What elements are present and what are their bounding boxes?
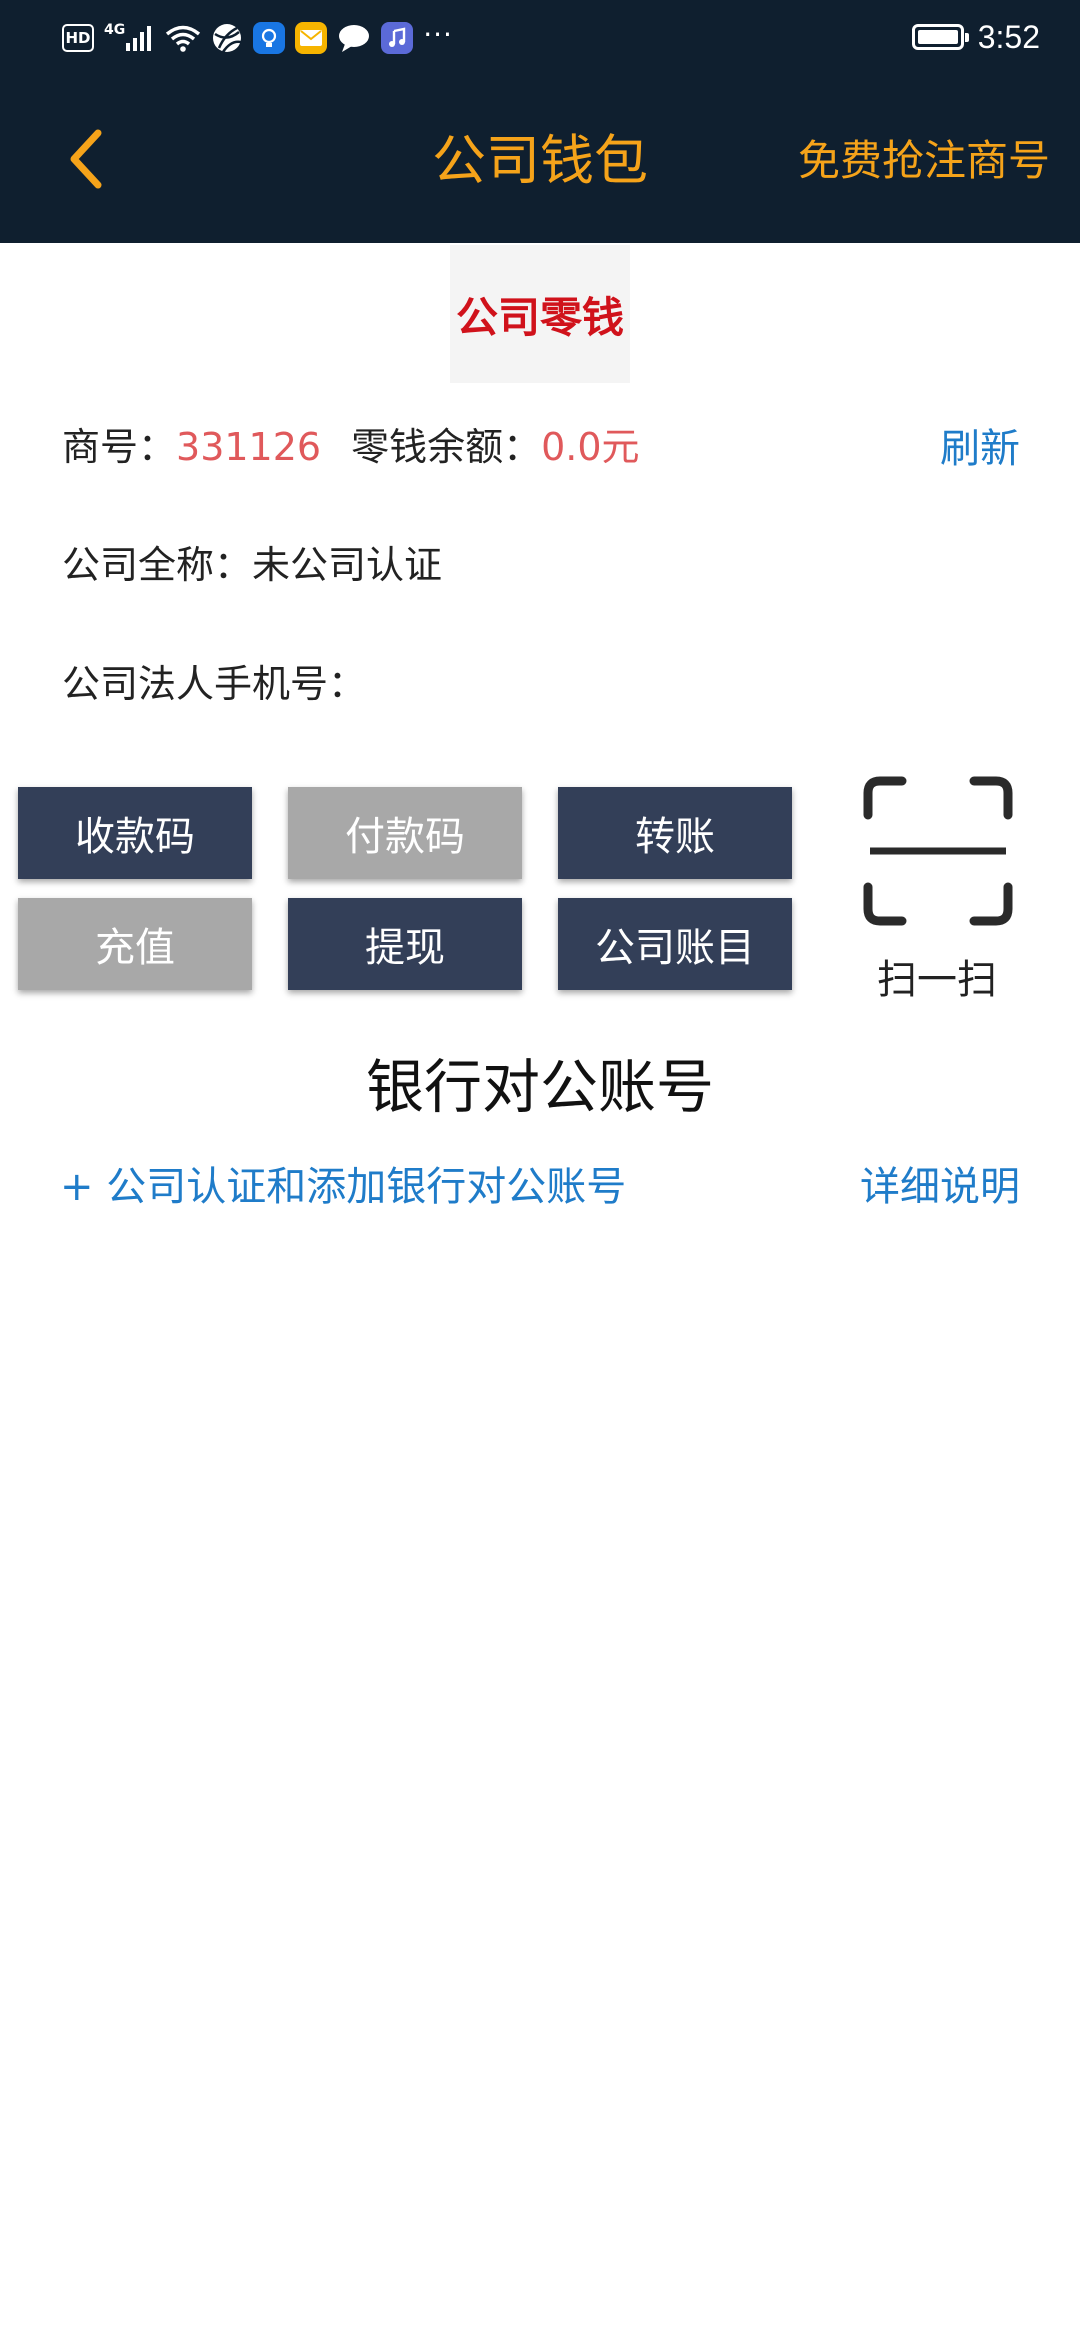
battery-icon xyxy=(911,24,969,50)
add-bank-account-link[interactable]: + 公司认证和添加银行对公账号 xyxy=(60,1154,626,1212)
refresh-button[interactable]: 刷新 xyxy=(940,416,1020,474)
chat-icon xyxy=(337,23,371,53)
network-type-label: 4G xyxy=(104,22,126,38)
more-icon: ··· xyxy=(423,17,453,51)
company-name-value: 未公司认证 xyxy=(252,543,443,587)
register-shop-name-link[interactable]: 免费抢注商号 xyxy=(798,78,1050,243)
hd-icon: HD xyxy=(62,24,94,52)
mail-app-icon xyxy=(295,22,328,54)
bulb-app-icon xyxy=(253,22,286,54)
transfer-button[interactable]: 转账 xyxy=(558,787,792,879)
app-icon xyxy=(211,22,243,54)
status-bar: HD 4G ··· 3:52 xyxy=(0,0,1080,78)
signal-icon: 4G xyxy=(104,22,155,53)
balance-label: 零钱余额： xyxy=(351,425,542,469)
tab-company-change[interactable]: 公司零钱 xyxy=(450,245,630,383)
company-name-row: 公司全称：未公司认证 xyxy=(62,534,442,589)
balance-value: 0.0元 xyxy=(541,425,640,469)
shop-no-value: 331126 xyxy=(176,425,322,469)
phone-label: 公司法人手机号： xyxy=(62,662,367,706)
wifi-icon xyxy=(165,23,201,53)
status-right: 3:52 xyxy=(911,14,1040,60)
scan-label: 扫一扫 xyxy=(877,957,997,1003)
collect-code-button[interactable]: 收款码 xyxy=(18,787,252,879)
battery-level xyxy=(917,30,958,44)
recharge-button[interactable]: 充值 xyxy=(18,898,252,990)
header: HD 4G ··· 3:52 公司钱包 免费抢注商号 xyxy=(0,0,1080,243)
tab-label: 公司零钱 xyxy=(455,292,624,342)
details-link[interactable]: 详细说明 xyxy=(860,1154,1020,1212)
withdraw-button[interactable]: 提现 xyxy=(288,898,522,990)
music-app-icon xyxy=(381,22,414,54)
back-button[interactable] xyxy=(56,124,116,194)
chevron-left-icon xyxy=(70,129,102,189)
status-time: 3:52 xyxy=(977,18,1040,55)
title-bar: 公司钱包 免费抢注商号 xyxy=(0,78,1080,243)
phone-row: 公司法人手机号： xyxy=(62,653,366,708)
pay-code-button[interactable]: 付款码 xyxy=(288,787,522,879)
company-name-label: 公司全称： xyxy=(62,543,253,587)
scan-button[interactable]: 扫一扫 xyxy=(858,775,1016,1005)
bank-section-title: 银行对公账号 xyxy=(365,1053,714,1121)
shop-no-label: 商号： xyxy=(62,425,177,469)
company-accounts-button[interactable]: 公司账目 xyxy=(558,898,792,990)
status-icons: HD 4G ··· xyxy=(62,18,453,58)
scan-icon xyxy=(863,776,1013,926)
shop-balance-row: 商号：331126 零钱余额：0.0元 xyxy=(62,416,640,471)
